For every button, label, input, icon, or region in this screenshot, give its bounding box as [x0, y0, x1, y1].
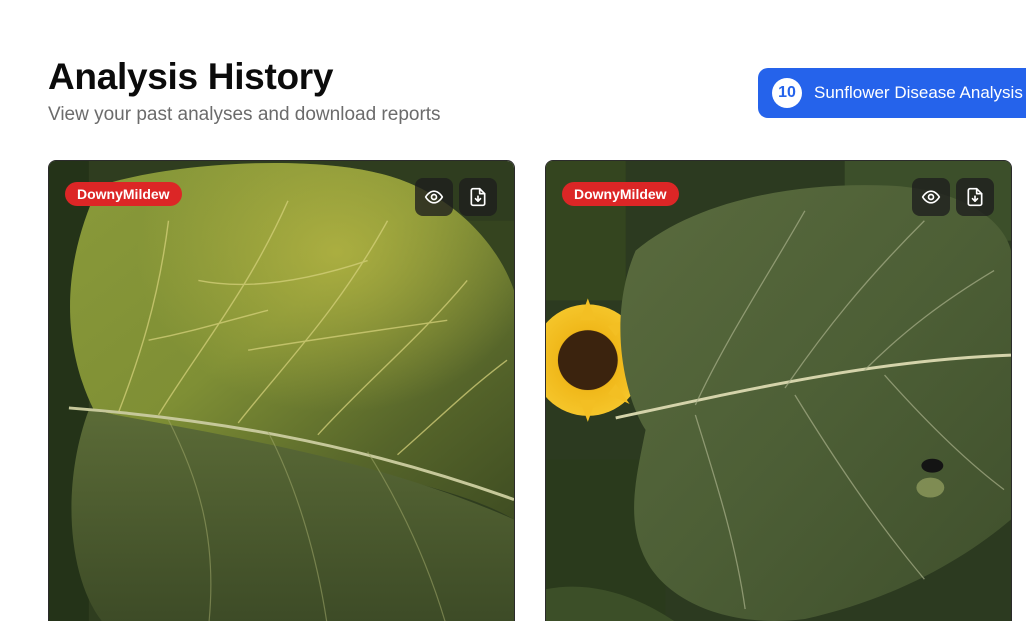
eye-icon [424, 190, 444, 204]
page-subtitle: View your past analyses and download rep… [48, 104, 441, 125]
analysis-count-label: Sunflower Disease Analysis [814, 83, 1023, 102]
download-report-button[interactable] [459, 178, 497, 216]
analysis-count-button[interactable]: 10 Sunflower Disease Analysis [758, 68, 1026, 118]
eye-icon [921, 190, 941, 204]
disease-badge: DownyMildew [65, 182, 182, 206]
analysis-card[interactable]: DownyMildew [48, 160, 515, 621]
leaf-photo [49, 161, 514, 621]
analysis-card[interactable]: DownyMildew [545, 160, 1012, 621]
page-title: Analysis History [48, 56, 334, 97]
file-download-icon [967, 187, 983, 207]
leaf-photo [546, 161, 1011, 621]
analysis-history-page: Analysis History View your past analyses… [0, 0, 1026, 621]
view-button[interactable] [415, 178, 453, 216]
analysis-count-badge: 10 [772, 78, 802, 108]
page-header: Analysis History View your past analyses… [48, 55, 441, 127]
file-download-icon [470, 187, 486, 207]
view-button[interactable] [912, 178, 950, 216]
disease-badge: DownyMildew [562, 182, 679, 206]
download-report-button[interactable] [956, 178, 994, 216]
